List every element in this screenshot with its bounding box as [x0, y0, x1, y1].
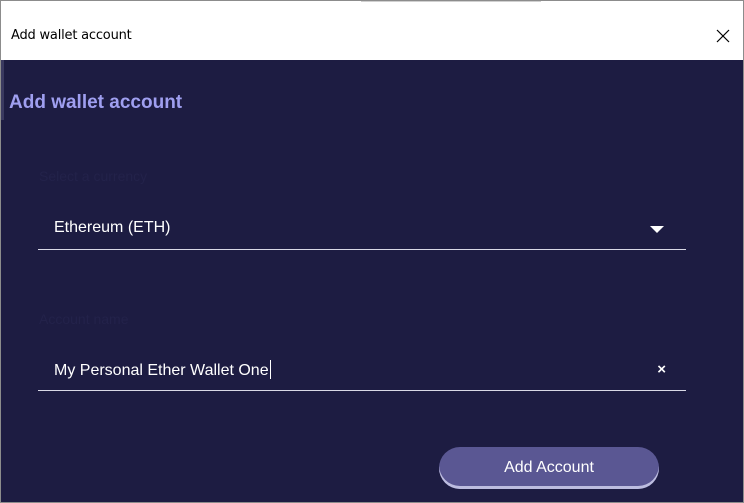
account-name-input[interactable]: My Personal Ether Wallet One × — [38, 352, 686, 391]
currency-selected-value: Ethereum (ETH) — [54, 219, 171, 236]
text-caret — [269, 360, 271, 379]
close-icon — [716, 29, 730, 43]
account-name-value-wrap: My Personal Ether Wallet One — [54, 360, 271, 380]
add-account-button[interactable]: Add Account — [439, 447, 659, 489]
dropdown-arrow-icon[interactable] — [650, 226, 664, 233]
clear-input-icon[interactable]: × — [657, 361, 666, 378]
dialog-window: Add wallet account Add wallet account Se… — [0, 0, 744, 503]
page-title: Add wallet account — [9, 92, 183, 113]
currency-label: Select a currency — [39, 168, 148, 184]
close-button[interactable] — [703, 19, 743, 53]
account-name-label: Account name — [39, 311, 129, 327]
titlebar-divider — [361, 1, 541, 2]
account-name-value: My Personal Ether Wallet One — [54, 362, 269, 379]
titlebar: Add wallet account — [1, 1, 743, 60]
currency-select[interactable]: Ethereum (ETH) — [38, 211, 686, 250]
window-title: Add wallet account — [11, 28, 132, 43]
dialog-content: Add wallet account Select a currency Eth… — [1, 60, 743, 502]
content-edge — [1, 60, 4, 120]
